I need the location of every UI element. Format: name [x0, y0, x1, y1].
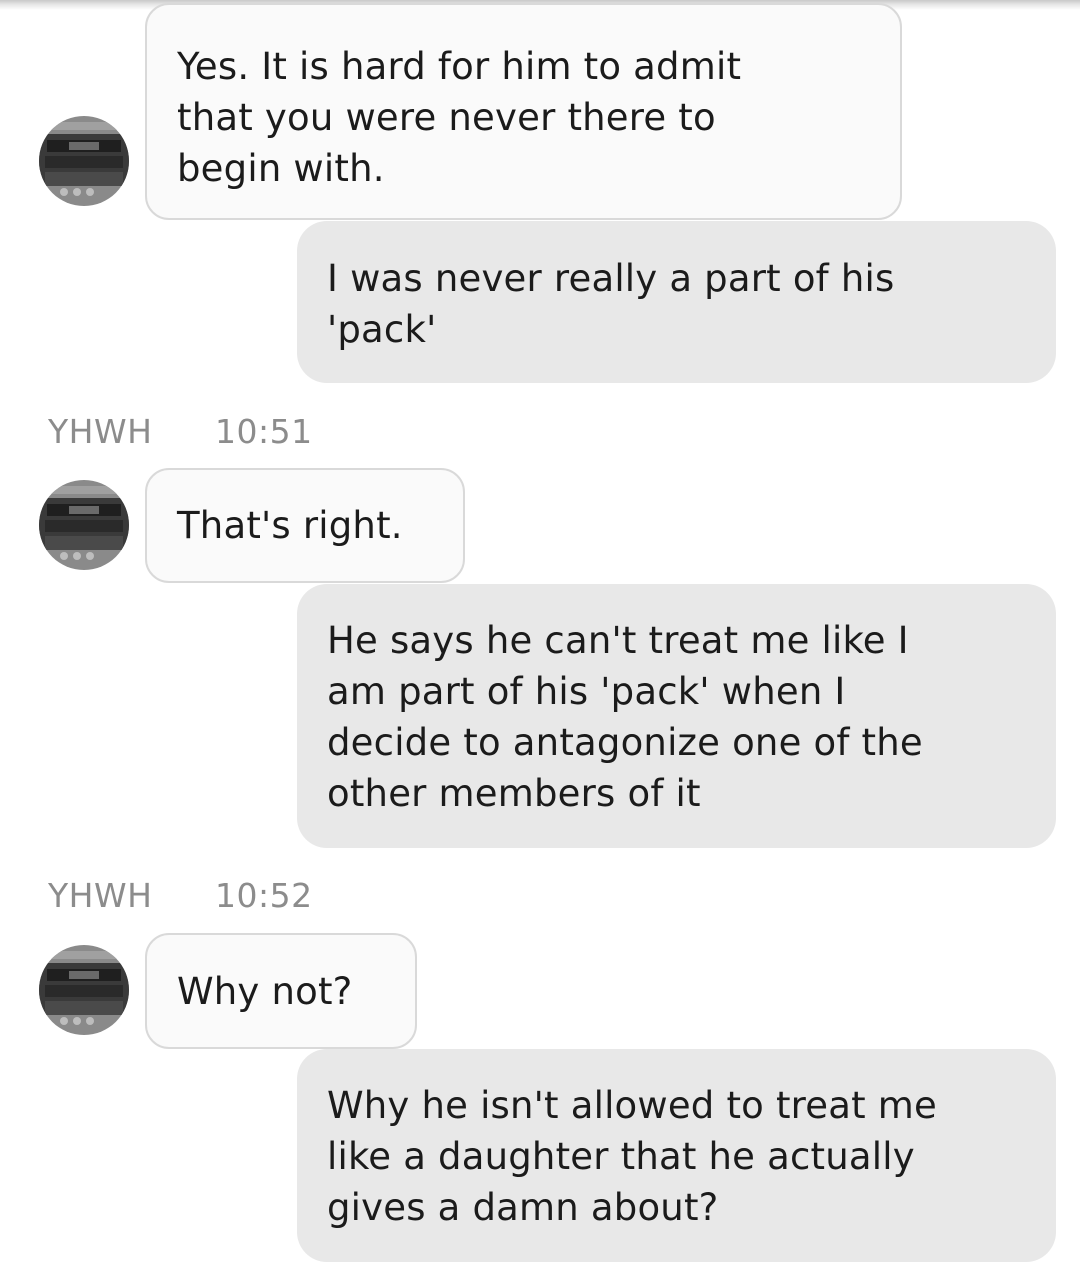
device-photo-avatar-icon [39, 480, 129, 570]
message-timestamp: 10:51 [215, 412, 313, 451]
avatar[interactable] [39, 480, 129, 570]
incoming-message-bubble[interactable]: Yes. It is hard for him to admit that yo… [145, 3, 902, 220]
outgoing-message-bubble[interactable]: Why he isn't allowed to treat me like a … [297, 1049, 1056, 1262]
device-photo-avatar-icon [39, 116, 129, 206]
sender-name: YHWH [48, 876, 153, 915]
outgoing-message-bubble[interactable]: I was never really a part of his 'pack' [297, 221, 1056, 383]
avatar[interactable] [39, 116, 129, 206]
incoming-message-bubble[interactable]: Why not? [145, 933, 417, 1049]
sender-name: YHWH [48, 412, 153, 451]
device-photo-avatar-icon [39, 945, 129, 1035]
incoming-message-bubble[interactable]: That's right. [145, 468, 465, 583]
avatar[interactable] [39, 945, 129, 1035]
outgoing-message-bubble[interactable]: He says he can't treat me like I am part… [297, 584, 1056, 848]
message-timestamp: 10:52 [215, 876, 313, 915]
